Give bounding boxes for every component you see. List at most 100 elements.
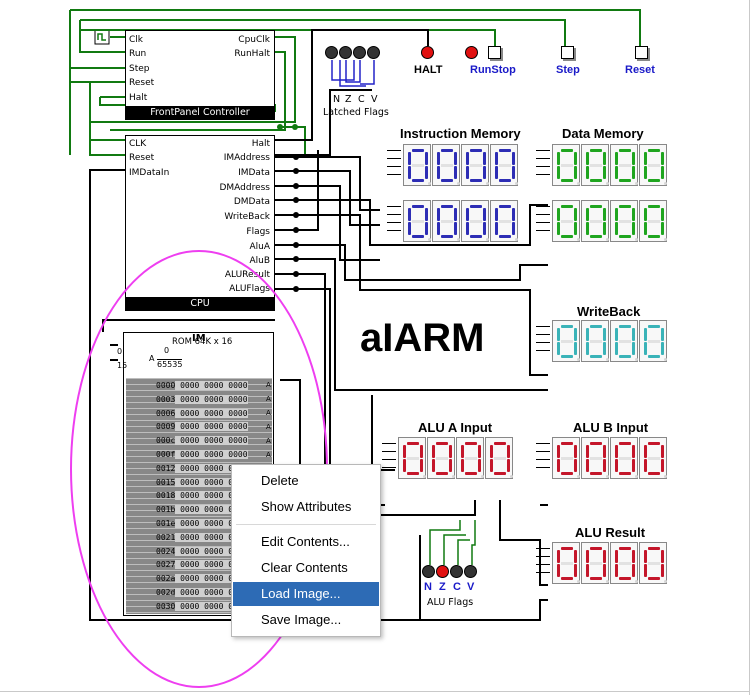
wire (360, 60, 375, 85)
display-segment-off (494, 457, 506, 460)
menu-separator (236, 524, 376, 525)
display-segment (615, 459, 618, 472)
display-segment (461, 459, 464, 472)
circuit-title: aIARM (360, 316, 485, 360)
display-segment (648, 235, 660, 238)
display-dot (635, 238, 638, 241)
display-segment (615, 550, 618, 563)
display-segment (648, 547, 660, 550)
display-segment (507, 459, 510, 472)
display-segment (661, 342, 664, 355)
display-input-pin (382, 467, 396, 468)
display-segment (632, 564, 635, 577)
wire (275, 150, 319, 231)
display-segment (590, 205, 602, 208)
display-dot (577, 238, 580, 241)
display-segment (590, 547, 602, 550)
runstop-led (465, 46, 478, 59)
display-segment (648, 577, 660, 580)
menu-item-load-image[interactable]: Load Image... (233, 582, 379, 606)
latched-letter-v: V (371, 94, 378, 105)
menu-item-show-attributes[interactable]: Show Attributes (233, 495, 379, 519)
alu-letter-z: Z (439, 581, 446, 593)
fp-pin-runhalt: RunHalt (234, 49, 270, 59)
display-input-pin (536, 334, 550, 335)
display-segment (586, 208, 589, 221)
display-input-pin (536, 443, 550, 444)
menu-item-delete[interactable]: Delete (233, 469, 379, 493)
wire-junction (293, 168, 299, 174)
fp-pin-run: Run (129, 49, 147, 59)
display-input-pin (382, 459, 396, 460)
display-segment (590, 355, 602, 358)
display-segment-off (441, 220, 453, 223)
reset-button[interactable] (635, 46, 648, 59)
display-segment (586, 328, 589, 341)
display-segment (561, 179, 573, 182)
display-segment (408, 166, 411, 179)
display-segment (461, 445, 464, 458)
runstop-button[interactable] (488, 46, 501, 59)
display-segment (512, 208, 515, 221)
menu-item-edit-contents[interactable]: Edit Contents... (233, 530, 379, 554)
display-segment (619, 472, 631, 475)
display-segment (490, 459, 493, 472)
wire (89, 82, 125, 156)
display-segment (603, 342, 606, 355)
display-segment (495, 152, 498, 165)
wire-junction (292, 124, 298, 130)
display-segment (590, 472, 602, 475)
display-dot (457, 238, 460, 241)
hex-digit (581, 320, 609, 362)
hex-digit (403, 200, 431, 242)
hex-digit (552, 144, 580, 186)
menu-item-clear-contents[interactable]: Clear Contents (233, 556, 379, 580)
hex-digit (490, 144, 518, 186)
display-segment (557, 152, 560, 165)
display-segment (603, 328, 606, 341)
display-segment (661, 459, 664, 472)
hex-digit (461, 144, 489, 186)
fp-pin-halt: Halt (129, 93, 148, 103)
display-segment (412, 235, 424, 238)
display-segment (494, 442, 506, 445)
step-button[interactable] (561, 46, 574, 59)
display-input-pin (536, 548, 550, 549)
display-segment (632, 166, 635, 179)
display-segment (512, 152, 515, 165)
display-segment (615, 152, 618, 165)
display-segment (561, 355, 573, 358)
wire (275, 29, 429, 141)
alu-a-heading: ALU A Input (418, 420, 493, 435)
display-segment (644, 445, 647, 458)
display-segment (619, 355, 631, 358)
fp-pin-reset: Reset (129, 78, 155, 88)
display-segment-off (590, 457, 602, 460)
latched-flags-label: Latched Flags (323, 107, 389, 118)
display-segment (619, 325, 631, 328)
display-segment-off (441, 164, 453, 167)
display-segment (557, 459, 560, 472)
display-segment (615, 222, 618, 235)
menu-item-save-image[interactable]: Save Image... (233, 608, 379, 632)
display-segment (590, 235, 602, 238)
display-dot (606, 182, 609, 185)
display-segment (478, 445, 481, 458)
display-segment (632, 208, 635, 221)
hex-digit (581, 542, 609, 584)
display-input-pin (387, 222, 401, 223)
display-segment (425, 166, 428, 179)
context-menu[interactable]: Delete Show Attributes Edit Contents... … (231, 464, 381, 637)
display-input-pin (387, 174, 401, 175)
display-segment (644, 564, 647, 577)
latched-letter-c: C (358, 94, 365, 105)
display-segment-off (619, 562, 631, 565)
display-segment (512, 166, 515, 179)
display-dot (606, 580, 609, 583)
hex-digit (610, 542, 638, 584)
display-segment (420, 459, 423, 472)
display-segment (632, 342, 635, 355)
display-segment (619, 547, 631, 550)
front-panel-controller[interactable]: Clk Run Step Reset Halt CpuClk RunHalt F… (125, 30, 275, 120)
display-segment (561, 205, 573, 208)
